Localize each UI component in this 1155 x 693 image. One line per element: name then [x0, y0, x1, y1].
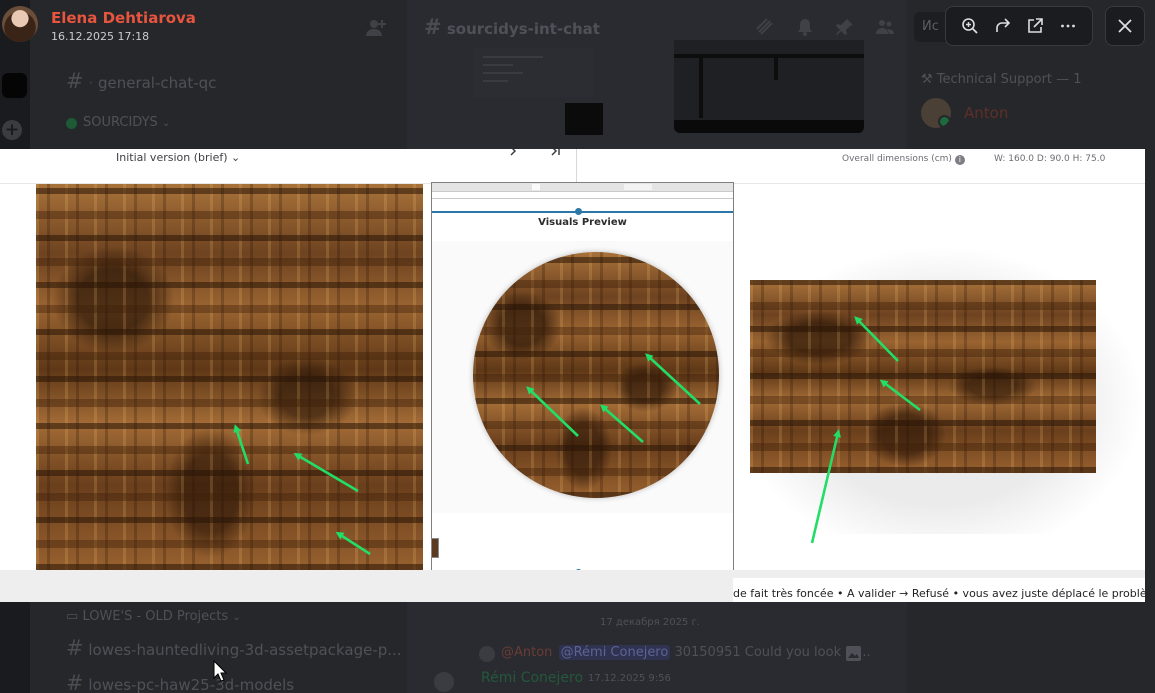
open-in-browser-icon [1028, 18, 1044, 33]
forward-button[interactable] [989, 12, 1017, 40]
threads-icon[interactable] [755, 17, 775, 37]
arrow-annotation [645, 353, 701, 405]
open-in-browser-button[interactable] [1021, 12, 1049, 40]
message-timestamp: 16.12.2025 17:18 [51, 30, 150, 43]
close-icon [1118, 19, 1132, 33]
add-server-icon[interactable]: + [2, 120, 22, 140]
author-name[interactable]: Elena Dehtiarova [51, 9, 196, 27]
reply-avatar [479, 646, 495, 662]
arrow-annotation [293, 452, 359, 493]
zoomed-image[interactable]: Initial version (brief) ⌄ Overall dimens… [0, 149, 1145, 602]
tools-icon: ⚒ [921, 72, 933, 87]
channel-haunted[interactable]: # lowes-hauntedliving-3d-assetpackage-p.… [66, 636, 402, 660]
arrow-annotation [879, 379, 921, 412]
hash-icon: # [424, 15, 442, 39]
date-divider: 17 декабря 2025 г. [600, 617, 700, 628]
forward-icon [995, 18, 1010, 32]
arrow-annotation [526, 386, 579, 437]
attachment-thumbnail[interactable] [565, 103, 603, 135]
member-name[interactable]: Anton [964, 104, 1008, 122]
server-icon[interactable] [2, 73, 27, 98]
zoom-button[interactable] [956, 12, 984, 40]
member-avatar[interactable] [921, 98, 951, 128]
arrow-annotation [599, 404, 644, 443]
close-button[interactable] [1105, 6, 1145, 46]
arrow-annotation [854, 316, 899, 362]
category-sourcidys[interactable]: SOURCIDYS ⌄ [83, 115, 170, 130]
attachment-thumbnail[interactable] [473, 48, 593, 98]
arrow-annotation [233, 424, 250, 465]
channel-header: # sourcidys-int-chat [424, 15, 600, 39]
folder-icon: ▭ [66, 609, 79, 624]
zoom-in-icon [962, 18, 978, 34]
members-category: ⚒ Technical Support — 1 [921, 72, 1082, 87]
message-author[interactable]: Rémi Conejero [481, 670, 583, 686]
mouse-cursor-icon [213, 660, 227, 682]
channel-general[interactable]: # · general-chat-qc [66, 69, 216, 93]
attachment-thumbnail[interactable] [674, 40, 864, 133]
arrow-annotation [335, 531, 371, 556]
more-button[interactable] [1054, 12, 1082, 40]
bell-icon[interactable] [795, 17, 815, 37]
arrow-annotation [810, 429, 841, 544]
author-avatar[interactable] [434, 672, 454, 692]
more-icon [1060, 24, 1075, 28]
viewer-toolbar [945, 6, 1093, 46]
channel-pc[interactable]: # lowes-pc-haw25-3d-models [66, 671, 294, 693]
image-icon [846, 646, 861, 661]
reply-preview[interactable]: @Anton @Rémi Conejero 30150951 Could you… [499, 645, 871, 660]
category-status-icon [66, 118, 77, 129]
author-avatar[interactable] [2, 6, 38, 42]
add-friend-icon[interactable] [365, 17, 387, 37]
annotation-arrows [233, 316, 921, 556]
pin-icon[interactable] [835, 17, 855, 37]
category-lowes[interactable]: ▭ LOWE'S - OLD Projects ⌄ [66, 609, 241, 624]
message-time: 17.12.2025 9:56 [588, 673, 671, 684]
members-icon[interactable] [875, 17, 895, 37]
